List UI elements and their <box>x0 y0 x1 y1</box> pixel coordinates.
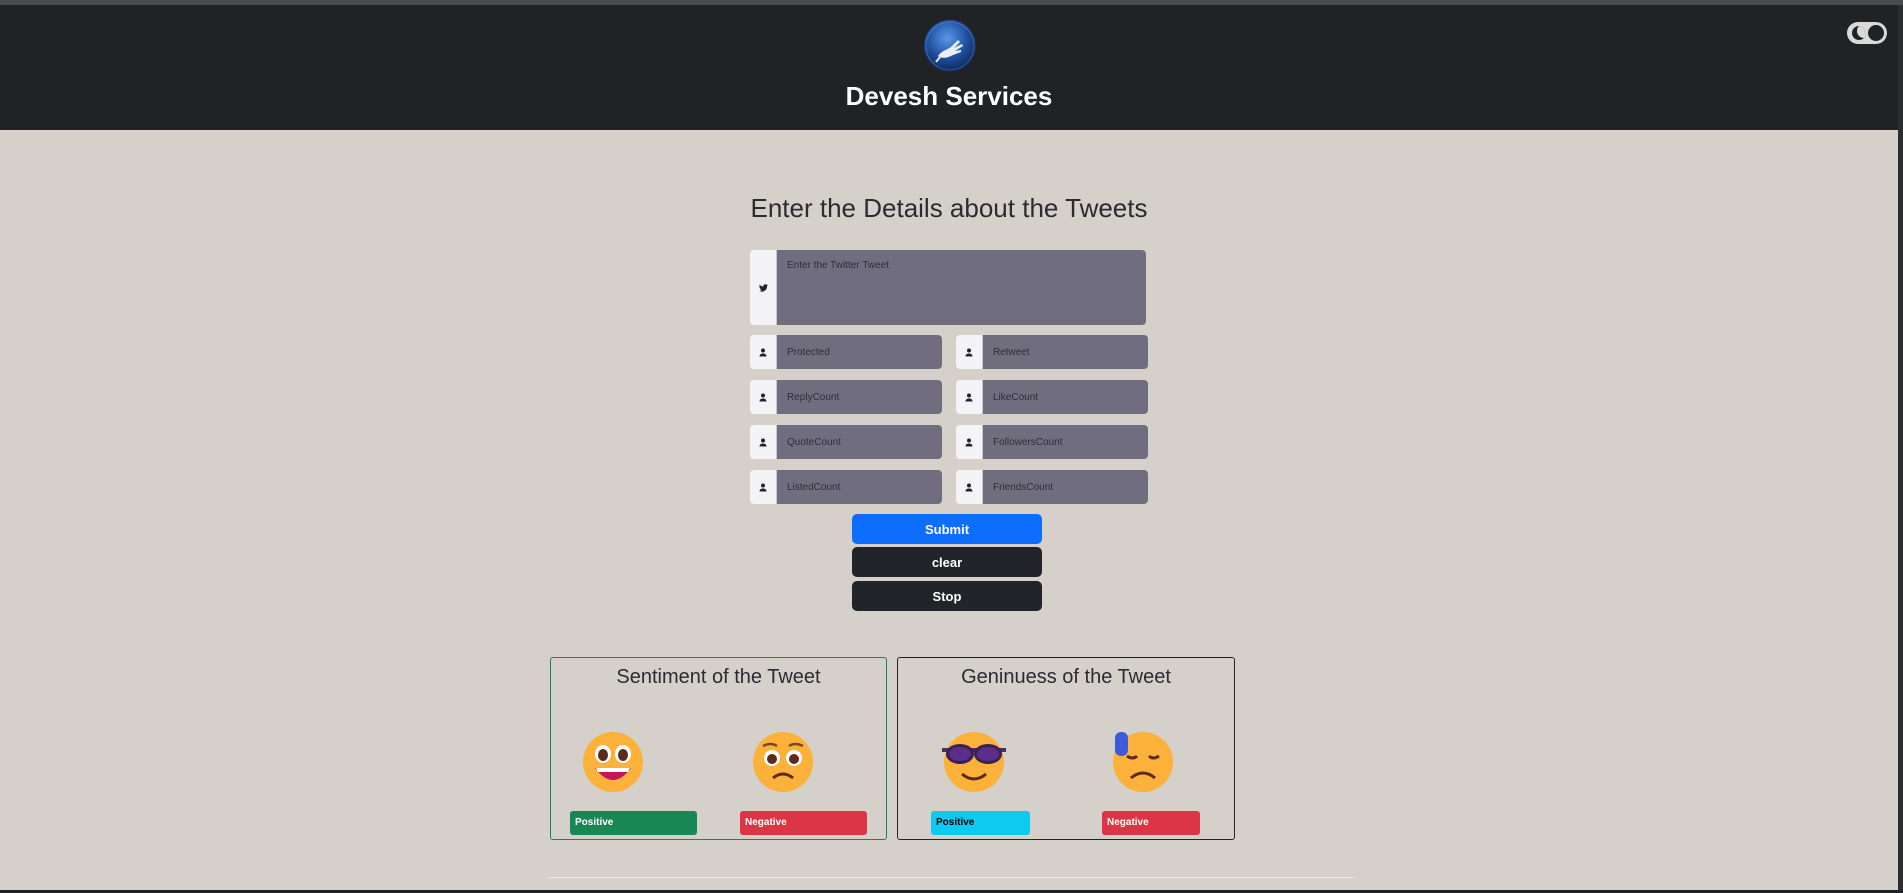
listedcount-input[interactable] <box>777 470 942 504</box>
replycount-field <box>750 380 942 414</box>
twitter-icon <box>750 250 777 325</box>
retweet-input[interactable] <box>983 335 1148 369</box>
brand-title: Devesh Services <box>845 81 1053 111</box>
followerscount-input[interactable] <box>983 425 1148 459</box>
likecount-input[interactable] <box>983 380 1148 414</box>
tweet-field <box>750 250 1146 325</box>
protected-input[interactable] <box>777 335 942 369</box>
person-icon <box>750 335 777 369</box>
retweet-field <box>956 335 1148 369</box>
moon-icon <box>1852 26 1866 40</box>
genuineness-negative-badge: Negative <box>1102 811 1200 835</box>
tweet-input[interactable] <box>777 250 1146 325</box>
theme-toggle[interactable] <box>1847 22 1887 44</box>
toggle-knob <box>1868 25 1884 41</box>
person-icon <box>956 470 983 504</box>
globe-hand-logo <box>924 20 976 72</box>
friendscount-field <box>956 470 1148 504</box>
person-icon <box>750 380 777 414</box>
likecount-field <box>956 380 1148 414</box>
site-header: Devesh Services <box>0 5 1898 130</box>
person-icon <box>750 425 777 459</box>
divider <box>548 877 1354 878</box>
sweat-face-icon <box>1113 732 1173 792</box>
followerscount-field <box>956 425 1148 459</box>
form-heading: Enter the Details about the Tweets <box>750 193 1148 223</box>
quotecount-input[interactable] <box>777 425 942 459</box>
stop-button[interactable]: Stop <box>852 581 1042 611</box>
genuineness-card: Geninuess of the Tweet Positive Negative <box>897 657 1235 840</box>
sentiment-positive-badge: Positive <box>570 811 697 835</box>
genuineness-title: Geninuess of the Tweet <box>961 666 1171 688</box>
pleading-face-icon <box>753 732 813 792</box>
person-icon <box>956 380 983 414</box>
scrollbar[interactable] <box>1898 5 1903 893</box>
friendscount-input[interactable] <box>983 470 1148 504</box>
sentiment-negative-badge: Negative <box>740 811 867 835</box>
person-icon <box>956 335 983 369</box>
protected-field <box>750 335 942 369</box>
sentiment-card: Sentiment of the Tweet Positive Negative <box>550 657 887 840</box>
submit-button[interactable]: Submit <box>852 514 1042 544</box>
sunglasses-face-icon <box>942 732 1006 792</box>
listedcount-field <box>750 470 942 504</box>
person-icon <box>750 470 777 504</box>
genuineness-positive-badge: Positive <box>931 811 1030 835</box>
grinning-face-icon <box>583 732 643 792</box>
person-icon <box>956 425 983 459</box>
quotecount-field <box>750 425 942 459</box>
sentiment-title: Sentiment of the Tweet <box>616 666 821 688</box>
clear-button[interactable]: clear <box>852 547 1042 577</box>
replycount-input[interactable] <box>777 380 942 414</box>
